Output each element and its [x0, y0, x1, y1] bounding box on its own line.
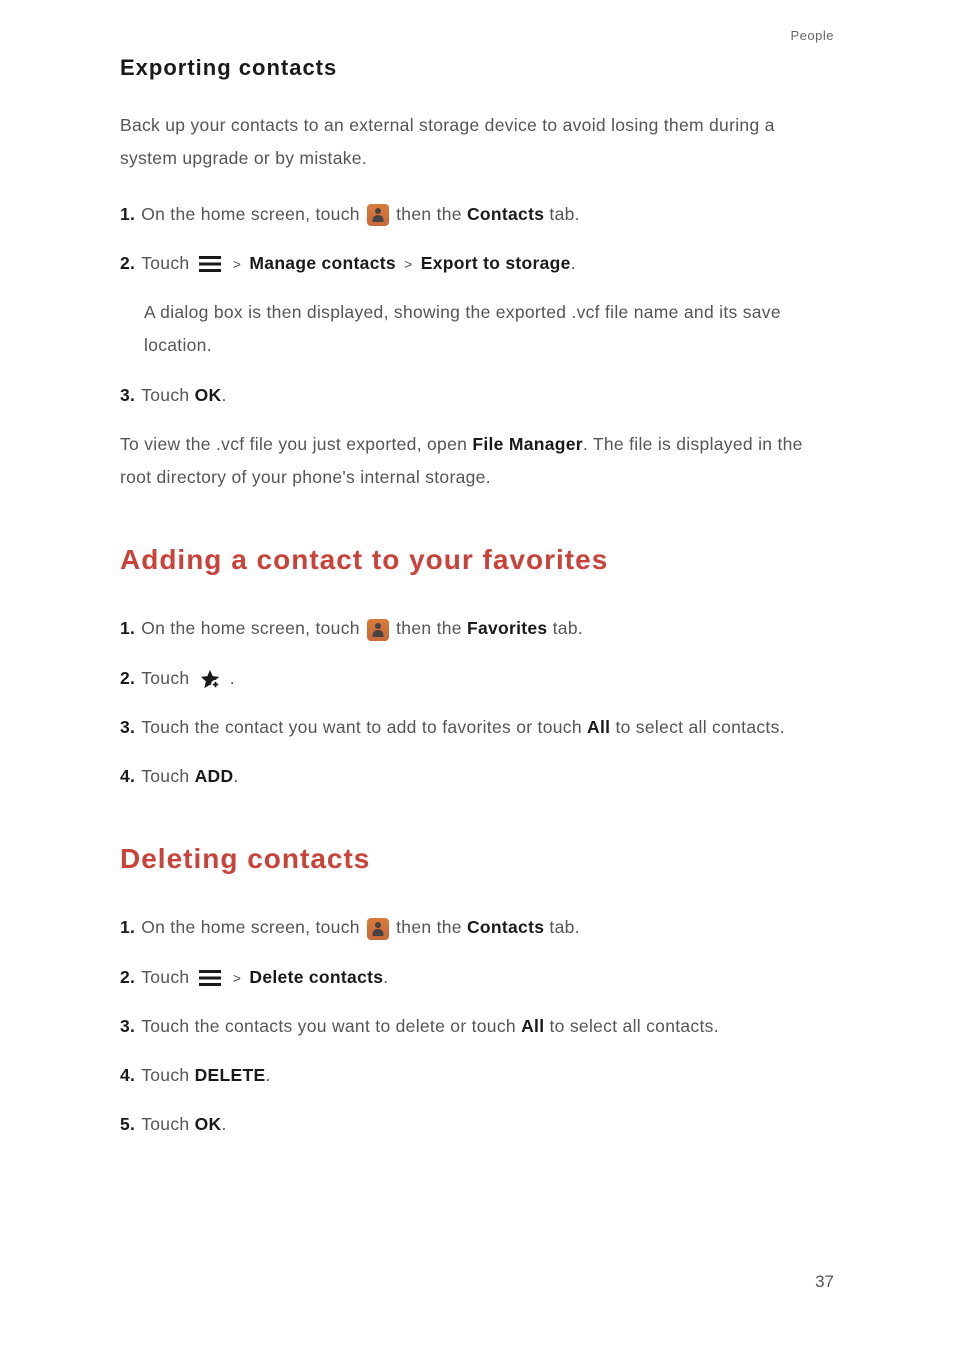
contacts-app-icon — [367, 204, 389, 226]
adding-favorites-heading: Adding a contact to your favorites — [120, 544, 834, 576]
bold-label: Export to storage — [421, 253, 571, 273]
contacts-app-icon — [367, 619, 389, 641]
step-content: Touch OK. — [141, 379, 834, 412]
text-fragment: On the home screen, touch — [141, 204, 365, 224]
menu-icon — [199, 256, 221, 272]
bold-label: DELETE — [195, 1065, 266, 1085]
text-fragment: then the — [396, 204, 467, 224]
adding-step-2: 2. Touch . — [120, 662, 834, 695]
adding-step-4: 4. Touch ADD. — [120, 760, 834, 793]
breadcrumb-separator: > — [404, 256, 412, 272]
deleting-step-3: 3. Touch the contacts you want to delete… — [120, 1010, 834, 1043]
text-fragment: Touch — [141, 1065, 194, 1085]
step-number: 2. — [120, 662, 135, 695]
step-number: 3. — [120, 711, 135, 744]
text-fragment: On the home screen, touch — [141, 917, 365, 937]
page-number: 37 — [815, 1272, 834, 1292]
step-number: 2. — [120, 247, 135, 280]
text-fragment: tab. — [549, 204, 579, 224]
bold-label: Favorites — [467, 618, 548, 638]
text-fragment: then the — [396, 917, 467, 937]
bold-label: ADD — [195, 766, 234, 786]
text-fragment: to select all contacts. — [544, 1016, 719, 1036]
exporting-step-2-detail: A dialog box is then displayed, showing … — [144, 296, 834, 363]
bold-label: OK — [195, 385, 222, 405]
contacts-app-icon — [367, 918, 389, 940]
step-content: On the home screen, touch then the Conta… — [141, 198, 834, 231]
text-fragment: . — [221, 385, 226, 405]
step-number: 3. — [120, 379, 135, 412]
exporting-step-2: 2. Touch > Manage contacts > Export to s… — [120, 247, 834, 280]
deleting-step-5: 5. Touch OK. — [120, 1108, 834, 1141]
bold-label: Contacts — [467, 917, 544, 937]
step-number: 1. — [120, 911, 135, 944]
step-number: 2. — [120, 961, 135, 994]
text-fragment: Touch — [141, 253, 194, 273]
text-fragment: Touch — [141, 766, 194, 786]
step-number: 4. — [120, 760, 135, 793]
text-fragment: On the home screen, touch — [141, 618, 365, 638]
exporting-intro-text: Back up your contacts to an external sto… — [120, 109, 834, 176]
bold-label: All — [587, 717, 610, 737]
text-fragment: . — [221, 1114, 226, 1134]
exporting-contacts-heading: Exporting contacts — [120, 55, 834, 81]
exporting-step-3: 3. Touch OK. — [120, 379, 834, 412]
star-add-icon — [199, 668, 221, 690]
text-fragment: . — [383, 967, 388, 987]
text-fragment: . — [230, 668, 235, 688]
step-content: On the home screen, touch then the Conta… — [141, 911, 834, 944]
bold-label: Manage contacts — [249, 253, 395, 273]
text-fragment: then the — [396, 618, 467, 638]
text-fragment: . — [233, 766, 238, 786]
step-content: Touch the contact you want to add to fav… — [141, 711, 834, 744]
breadcrumb-separator: > — [233, 970, 241, 986]
text-fragment: tab. — [549, 917, 579, 937]
deleting-step-4: 4. Touch DELETE. — [120, 1059, 834, 1092]
step-content: Touch ADD. — [141, 760, 834, 793]
text-fragment: to select all contacts. — [610, 717, 785, 737]
deleting-step-2: 2. Touch > Delete contacts. — [120, 961, 834, 994]
bold-label: Contacts — [467, 204, 544, 224]
exporting-step-1: 1. On the home screen, touch then the Co… — [120, 198, 834, 231]
text-fragment: Touch the contact you want to add to fav… — [141, 717, 587, 737]
menu-icon — [199, 970, 221, 986]
step-content: Touch . — [141, 662, 834, 695]
text-fragment: To view the .vcf file you just exported,… — [120, 434, 472, 454]
step-content: On the home screen, touch then the Favor… — [141, 612, 834, 645]
breadcrumb-separator: > — [233, 256, 241, 272]
adding-step-1: 1. On the home screen, touch then the Fa… — [120, 612, 834, 645]
text-fragment: Touch the contacts you want to delete or… — [141, 1016, 521, 1036]
step-content: Touch DELETE. — [141, 1059, 834, 1092]
text-fragment: . — [571, 253, 576, 273]
header-chapter-label: People — [120, 28, 834, 43]
step-content: Touch OK. — [141, 1108, 834, 1141]
exporting-post-text: To view the .vcf file you just exported,… — [120, 428, 834, 495]
bold-label: OK — [195, 1114, 222, 1134]
step-number: 5. — [120, 1108, 135, 1141]
bold-label: Delete contacts — [249, 967, 383, 987]
step-content: Touch > Delete contacts. — [141, 961, 834, 994]
text-fragment: tab. — [553, 618, 583, 638]
text-fragment: Touch — [141, 967, 194, 987]
bold-label: All — [521, 1016, 544, 1036]
deleting-contacts-heading: Deleting contacts — [120, 843, 834, 875]
bold-label: File Manager — [472, 434, 583, 454]
step-content: Touch > Manage contacts > Export to stor… — [141, 247, 834, 280]
step-number: 3. — [120, 1010, 135, 1043]
step-number: 4. — [120, 1059, 135, 1092]
text-fragment: Touch — [141, 668, 194, 688]
step-number: 1. — [120, 612, 135, 645]
text-fragment: Touch — [141, 1114, 194, 1134]
adding-step-3: 3. Touch the contact you want to add to … — [120, 711, 834, 744]
deleting-step-1: 1. On the home screen, touch then the Co… — [120, 911, 834, 944]
step-content: Touch the contacts you want to delete or… — [141, 1010, 834, 1043]
text-fragment: . — [265, 1065, 270, 1085]
step-number: 1. — [120, 198, 135, 231]
text-fragment: Touch — [141, 385, 194, 405]
